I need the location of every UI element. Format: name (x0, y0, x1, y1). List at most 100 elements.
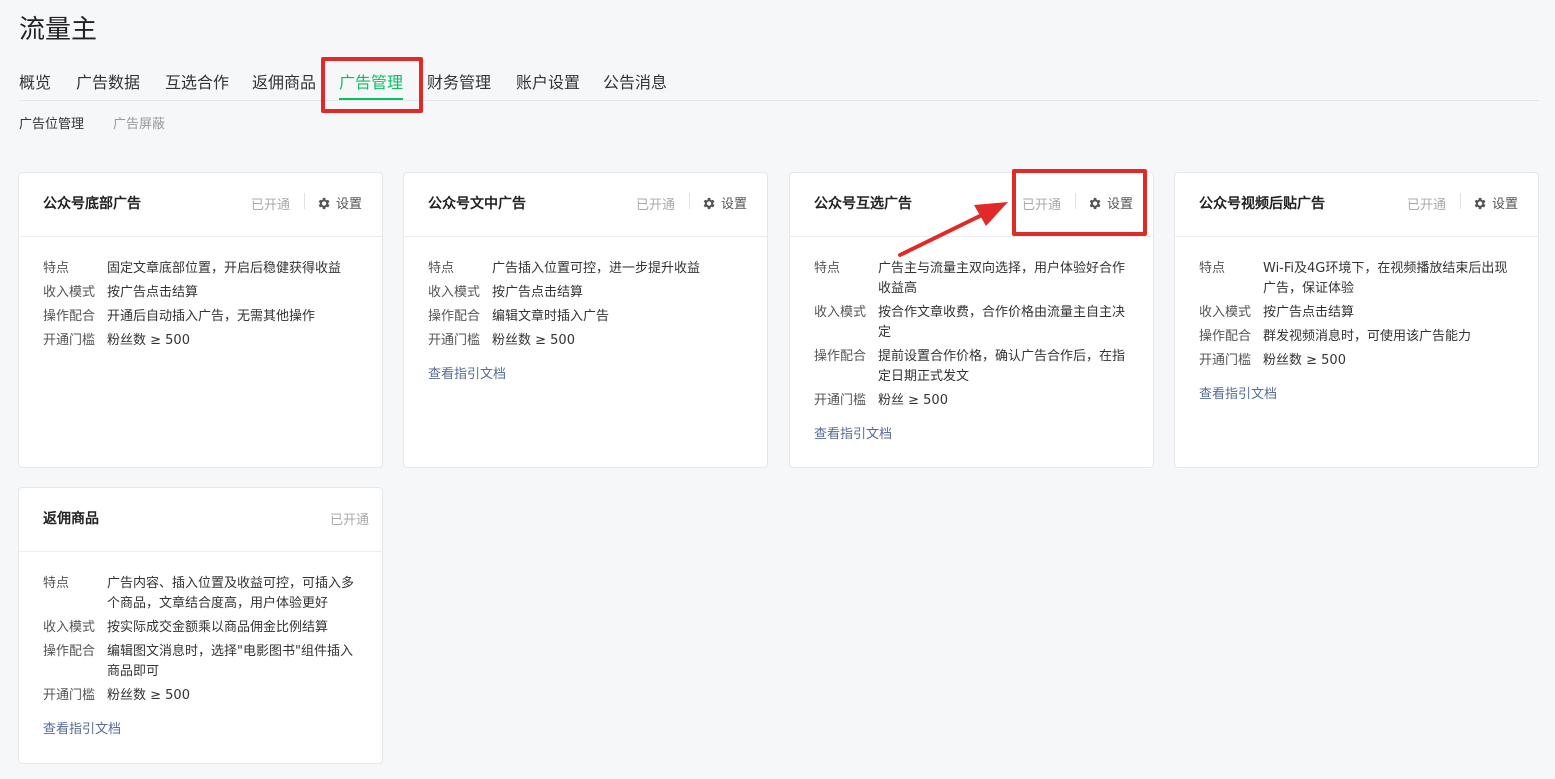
tab-overview[interactable]: 概览 (19, 69, 51, 93)
ad-card-mutual-selection: 公众号互选广告 已开通 设置 特点 广告主与流量主双向选择，用户体验好合作收益高 … (789, 172, 1154, 468)
ad-card-bottom: 公众号底部广告 已开通 设置 特点 固定文章底部位置，开启后稳健获得收益 收入模式… (18, 172, 383, 468)
status-badge: 已开通 (636, 198, 676, 213)
settings-label: 设置 (1492, 197, 1519, 212)
guide-doc-link[interactable]: 查看指引文档 (43, 718, 121, 737)
feature-value: 广告主与流量主双向选择，用户体验好合作收益高 (878, 261, 1126, 296)
income-row: 收入模式 按广告点击结算 (1199, 303, 1514, 323)
income-label: 收入模式 (43, 620, 96, 635)
income-label: 收入模式 (428, 285, 481, 300)
tab-ad-management[interactable]: 广告管理 (339, 69, 404, 100)
guide-doc-link[interactable]: 查看指引文档 (428, 363, 506, 382)
feature-value: Wi-Fi及4G环境下，在视频播放结束后出现广告，保证体验 (1263, 261, 1508, 296)
income-value: 按广告点击结算 (492, 285, 584, 300)
income-row: 收入模式 按实际成交金额乘以商品佣金比例结算 (43, 618, 358, 638)
tab-ad-data[interactable]: 广告数据 (76, 69, 140, 93)
card-title: 返佣商品 (43, 511, 99, 527)
settings-label: 设置 (336, 197, 363, 212)
operation-value: 编辑图文消息时，选择"电影图书"组件插入商品即可 (107, 644, 353, 679)
threshold-row: 开通门槛 粉丝数 ≥ 500 (428, 331, 743, 351)
active-tab-indicator (339, 98, 404, 100)
card-header: 公众号互选广告 已开通 设置 (790, 173, 1153, 237)
threshold-label: 开通门槛 (428, 333, 481, 348)
income-value: 按合作文章收费，合作价格由流量主自主决定 (878, 305, 1126, 340)
operation-row: 操作配合 提前设置合作价格，确认广告合作后，在指定日期正式发文 (814, 347, 1129, 387)
gear-icon (318, 197, 330, 210)
gear-icon (1089, 197, 1101, 210)
subtab-ad-slot-management[interactable]: 广告位管理 (19, 113, 84, 132)
threshold-label: 开通门槛 (1199, 353, 1252, 368)
divider (689, 193, 690, 209)
tab-announcements[interactable]: 公告消息 (603, 69, 667, 93)
income-row: 收入模式 按广告点击结算 (43, 283, 358, 303)
settings-button[interactable]: 设置 (1087, 193, 1133, 212)
feature-row: 特点 广告插入位置可控，进一步提升收益 (428, 259, 743, 279)
settings-button[interactable]: 设置 (316, 193, 362, 212)
guide-doc-link[interactable]: 查看指引文档 (814, 423, 892, 442)
income-row: 收入模式 按合作文章收费，合作价格由流量主自主决定 (814, 303, 1129, 343)
operation-value: 编辑文章时插入广告 (492, 309, 610, 324)
operation-value: 群发视频消息时，可使用该广告能力 (1263, 329, 1472, 344)
card-title: 公众号底部广告 (43, 196, 141, 212)
operation-row: 操作配合 编辑图文消息时，选择"电影图书"组件插入商品即可 (43, 642, 358, 682)
income-label: 收入模式 (43, 285, 96, 300)
status-badge: 已开通 (1022, 198, 1062, 213)
card-body: 特点 固定文章底部位置，开启后稳健获得收益 收入模式 按广告点击结算 操作配合 开通后… (19, 237, 382, 351)
operation-label: 操作配合 (428, 309, 481, 324)
settings-button[interactable]: 设置 (1472, 193, 1518, 212)
threshold-label: 开通门槛 (43, 688, 96, 703)
feature-row: 特点 固定文章底部位置，开启后稳健获得收益 (43, 259, 358, 279)
status-badge: 已开通 (251, 198, 291, 213)
operation-label: 操作配合 (1199, 329, 1252, 344)
operation-label: 操作配合 (43, 644, 96, 659)
tab-ad-management-label: 广告管理 (339, 73, 404, 92)
threshold-value: 粉丝 ≥ 500 (878, 393, 948, 408)
threshold-value: 粉丝数 ≥ 500 (107, 688, 190, 703)
divider (304, 193, 305, 209)
card-body: 特点 Wi-Fi及4G环境下，在视频播放结束后出现广告，保证体验 收入模式 按广告点… (1175, 237, 1538, 402)
income-value: 按广告点击结算 (1263, 305, 1355, 320)
feature-label: 特点 (43, 261, 70, 276)
divider (1460, 193, 1461, 209)
income-value: 按实际成交金额乘以商品佣金比例结算 (107, 620, 329, 635)
feature-label: 特点 (43, 576, 70, 591)
feature-row: 特点 广告内容、插入位置及收益可控，可插入多个商品，文章结合度高，用户体验更好 (43, 574, 358, 614)
income-value: 按广告点击结算 (107, 285, 199, 300)
card-title: 公众号互选广告 (814, 196, 912, 212)
operation-row: 操作配合 开通后自动插入广告，无需其他操作 (43, 307, 358, 327)
card-header: 公众号底部广告 已开通 设置 (19, 173, 382, 237)
income-label: 收入模式 (1199, 305, 1252, 320)
feature-row: 特点 Wi-Fi及4G环境下，在视频播放结束后出现广告，保证体验 (1199, 259, 1514, 299)
feature-label: 特点 (428, 261, 455, 276)
tab-finance[interactable]: 财务管理 (427, 69, 491, 93)
threshold-row: 开通门槛 粉丝数 ≥ 500 (43, 331, 358, 351)
operation-value: 开通后自动插入广告，无需其他操作 (107, 309, 316, 324)
card-title: 公众号文中广告 (428, 196, 526, 212)
operation-label: 操作配合 (814, 349, 867, 364)
threshold-row: 开通门槛 粉丝 ≥ 500 (814, 391, 1129, 411)
settings-label: 设置 (1107, 197, 1134, 212)
tab-commission-goods[interactable]: 返佣商品 (252, 69, 316, 93)
feature-value: 广告内容、插入位置及收益可控，可插入多个商品，文章结合度高，用户体验更好 (107, 576, 355, 611)
subtab-ad-blocking[interactable]: 广告屏蔽 (113, 113, 165, 132)
operation-value: 提前设置合作价格，确认广告合作后，在指定日期正式发文 (878, 349, 1126, 384)
settings-button[interactable]: 设置 (701, 193, 747, 212)
threshold-row: 开通门槛 粉丝数 ≥ 500 (43, 686, 358, 706)
card-body: 特点 广告主与流量主双向选择，用户体验好合作收益高 收入模式 按合作文章收费，合作价… (790, 237, 1153, 442)
feature-value: 固定文章底部位置，开启后稳健获得收益 (107, 261, 342, 276)
operation-label: 操作配合 (43, 309, 96, 324)
threshold-row: 开通门槛 粉丝数 ≥ 500 (1199, 351, 1514, 371)
tab-mutual-selection[interactable]: 互选合作 (165, 69, 229, 93)
threshold-value: 粉丝数 ≥ 500 (107, 333, 190, 348)
feature-row: 特点 广告主与流量主双向选择，用户体验好合作收益高 (814, 259, 1129, 299)
ad-card-in-article: 公众号文中广告 已开通 设置 特点 广告插入位置可控，进一步提升收益 收入模式 按广… (403, 172, 768, 468)
threshold-value: 粉丝数 ≥ 500 (1263, 353, 1346, 368)
card-header: 公众号文中广告 已开通 设置 (404, 173, 767, 237)
threshold-label: 开通门槛 (814, 393, 867, 408)
threshold-value: 粉丝数 ≥ 500 (492, 333, 575, 348)
operation-row: 操作配合 群发视频消息时，可使用该广告能力 (1199, 327, 1514, 347)
feature-label: 特点 (814, 261, 841, 276)
tab-account-settings[interactable]: 账户设置 (516, 69, 580, 93)
guide-doc-link[interactable]: 查看指引文档 (1199, 383, 1277, 402)
status-badge: 已开通 (1407, 198, 1447, 213)
ad-card-commission-goods: 返佣商品 已开通 特点 广告内容、插入位置及收益可控，可插入多个商品，文章结合度高… (18, 487, 383, 764)
